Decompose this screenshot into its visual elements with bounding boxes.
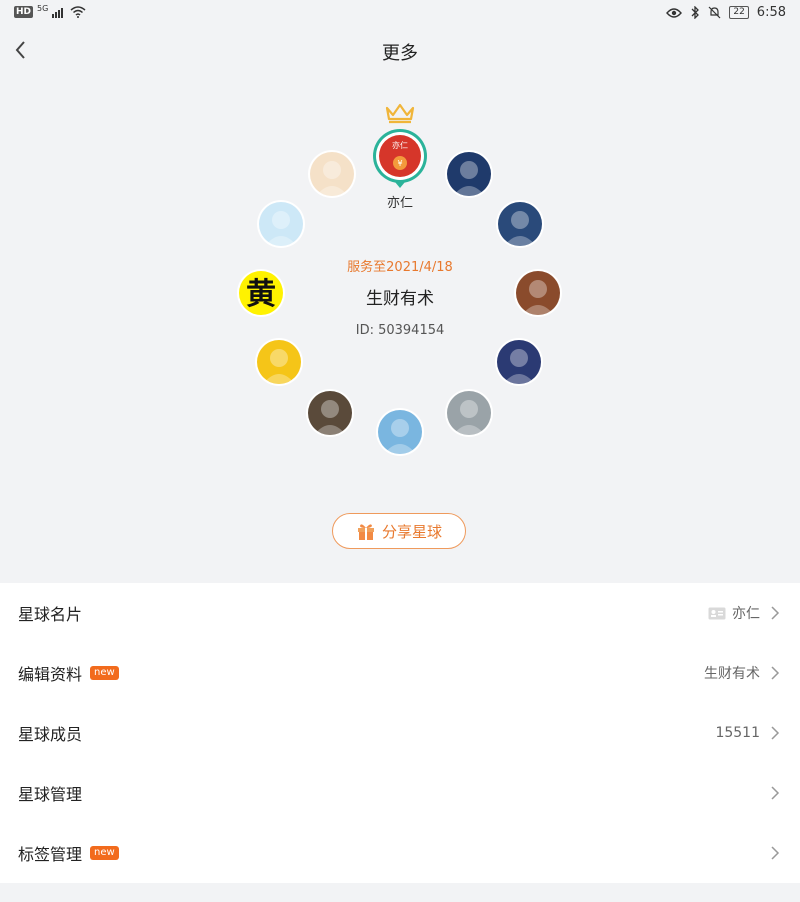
owner-avatar[interactable]: ¥ 亦仁 — [372, 128, 428, 188]
nav-bar: 更多 — [0, 28, 800, 74]
avatar-man-photo[interactable] — [498, 202, 542, 246]
menu-value-text: 15511 — [715, 725, 760, 741]
crown-icon — [385, 103, 415, 124]
settings-list: 星球名片 亦仁 编辑资料 new 生财有术 星球成员 15511 星球管理 标签… — [0, 583, 800, 883]
svg-text:黄: 黄 — [246, 277, 276, 312]
service-expiry: 服务至2021/4/18 — [347, 260, 453, 275]
eye-icon — [666, 7, 683, 18]
bottom-strip — [0, 883, 800, 902]
menu-row-members[interactable]: 星球成员 15511 — [0, 703, 800, 763]
menu-label: 星球管理 — [18, 785, 83, 804]
new-badge: new — [90, 666, 119, 680]
avatar-giraffe[interactable] — [378, 410, 422, 454]
bluetooth-icon — [691, 6, 700, 19]
avatar-boy-photo[interactable] — [308, 391, 352, 435]
menu-row-edit-profile[interactable]: 编辑资料 new 生财有术 — [0, 643, 800, 703]
menu-label: 编辑资料 — [18, 665, 83, 684]
menu-label: 标签管理 — [18, 845, 83, 864]
mute-bell-icon — [708, 6, 721, 19]
avatar-bald-glasses[interactable] — [310, 152, 354, 196]
avatar-castle-night[interactable] — [497, 340, 541, 384]
menu-label: 星球名片 — [18, 605, 83, 624]
page-title: 更多 — [382, 43, 418, 64]
avatar-huang-character[interactable]: 黄 — [239, 271, 283, 315]
signal-icon — [52, 8, 64, 18]
chevron-right-icon — [771, 606, 780, 620]
menu-value-text: 生财有术 — [704, 666, 760, 682]
status-bar: HD 5G 22 6:58 — [0, 0, 800, 28]
chevron-right-icon — [771, 726, 780, 740]
avatar-cartoon-character[interactable] — [257, 340, 301, 384]
owner-name: 亦仁 — [386, 196, 413, 211]
battery-indicator: 22 — [729, 6, 749, 19]
id-card-icon — [708, 607, 726, 619]
group-name: 生财有术 — [366, 289, 434, 309]
menu-row-tag-management[interactable]: 标签管理 new — [0, 823, 800, 883]
share-planet-button[interactable]: 分享星球 — [332, 513, 466, 549]
avatar-man-blue[interactable] — [259, 202, 303, 246]
gift-icon — [357, 524, 374, 540]
avatar-boy-cartoon[interactable] — [447, 152, 491, 196]
svg-text:¥: ¥ — [397, 159, 402, 168]
hd-badge: HD — [14, 6, 34, 18]
network-type: 5G — [37, 3, 49, 13]
menu-label: 星球成员 — [18, 725, 83, 744]
owner-avatar-label: 亦仁 — [392, 141, 408, 150]
chevron-right-icon — [771, 786, 780, 800]
menu-row-planet-card[interactable]: 星球名片 亦仁 — [0, 583, 800, 643]
avatar-food[interactable] — [516, 271, 560, 315]
menu-row-planet-management[interactable]: 星球管理 — [0, 763, 800, 823]
chevron-right-icon — [771, 666, 780, 680]
menu-value-text: 亦仁 — [732, 606, 760, 622]
status-right: 22 6:58 — [666, 5, 786, 20]
status-time: 6:58 — [756, 5, 786, 20]
status-left: HD 5G — [14, 3, 86, 18]
new-badge: new — [90, 846, 119, 860]
avatar-girl-glasses[interactable] — [447, 391, 491, 435]
share-button-label: 分享星球 — [381, 522, 442, 541]
menu-value: 亦仁 — [708, 603, 760, 623]
wifi-icon — [70, 6, 86, 18]
chevron-right-icon — [771, 846, 780, 860]
group-id: ID: 50394154 — [355, 323, 445, 338]
